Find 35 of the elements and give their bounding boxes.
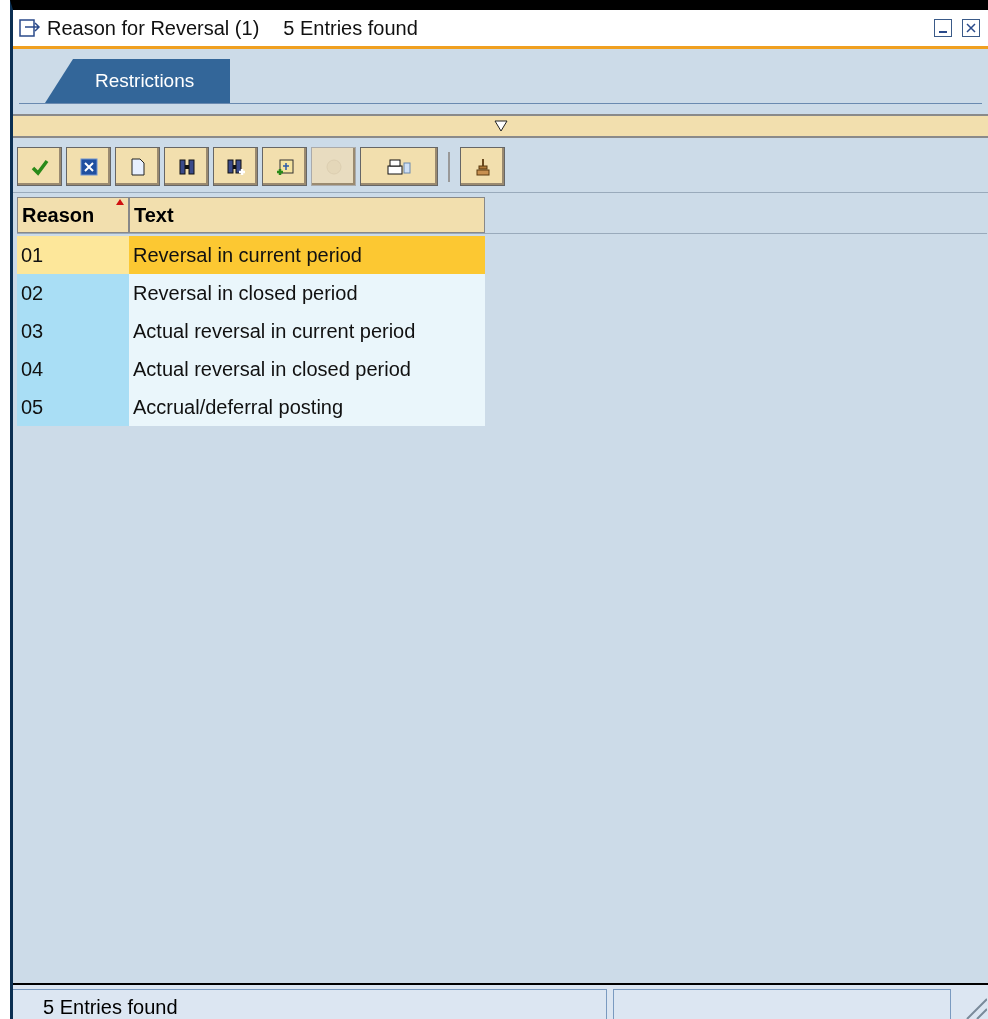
checkmark-button[interactable] [17, 147, 62, 186]
collapse-icon[interactable] [493, 120, 508, 132]
binoculars-plus-button[interactable] [213, 147, 258, 186]
binoculars-button[interactable] [164, 147, 209, 186]
table-cell[interactable]: 01 [17, 236, 129, 274]
table-cell[interactable]: 05 [17, 388, 129, 426]
page-button[interactable] [115, 147, 160, 186]
status-message: 5 Entries found [13, 989, 607, 1019]
printer-button[interactable] [360, 147, 438, 186]
window-subtitle: 5 Entries found [283, 16, 418, 40]
binoculars-icon [176, 156, 197, 177]
sheet-plus-icon [274, 156, 295, 177]
sheet-plus-button[interactable] [262, 147, 307, 186]
binoculars-plus-icon [225, 156, 246, 177]
stamp-button[interactable] [460, 147, 505, 186]
column-header[interactable]: Reason [17, 197, 129, 233]
table-cell[interactable]: 03 [17, 312, 129, 350]
table-cell[interactable]: Actual reversal in current period [129, 312, 485, 350]
column-header[interactable]: Text [129, 197, 485, 233]
close-icon [965, 22, 977, 34]
tab[interactable]: Restrictions [45, 59, 231, 103]
table-cell[interactable]: Accrual/deferral posting [129, 388, 485, 426]
printer-icon [386, 156, 412, 177]
close-button[interactable] [66, 147, 111, 186]
minimize-icon [939, 31, 947, 33]
table-cell[interactable]: Reversal in current period [129, 236, 485, 274]
minimize-button[interactable] [934, 19, 952, 37]
table-cell[interactable]: Reversal in closed period [129, 274, 485, 312]
table-cell[interactable]: Actual reversal in closed period [129, 350, 485, 388]
close-icon [78, 156, 99, 177]
table-cell[interactable]: 02 [17, 274, 129, 312]
dialog-icon [19, 18, 41, 38]
table-cell[interactable]: 04 [17, 350, 129, 388]
close-button[interactable] [962, 19, 980, 37]
window-title: Reason for Reversal (1) [47, 16, 260, 40]
